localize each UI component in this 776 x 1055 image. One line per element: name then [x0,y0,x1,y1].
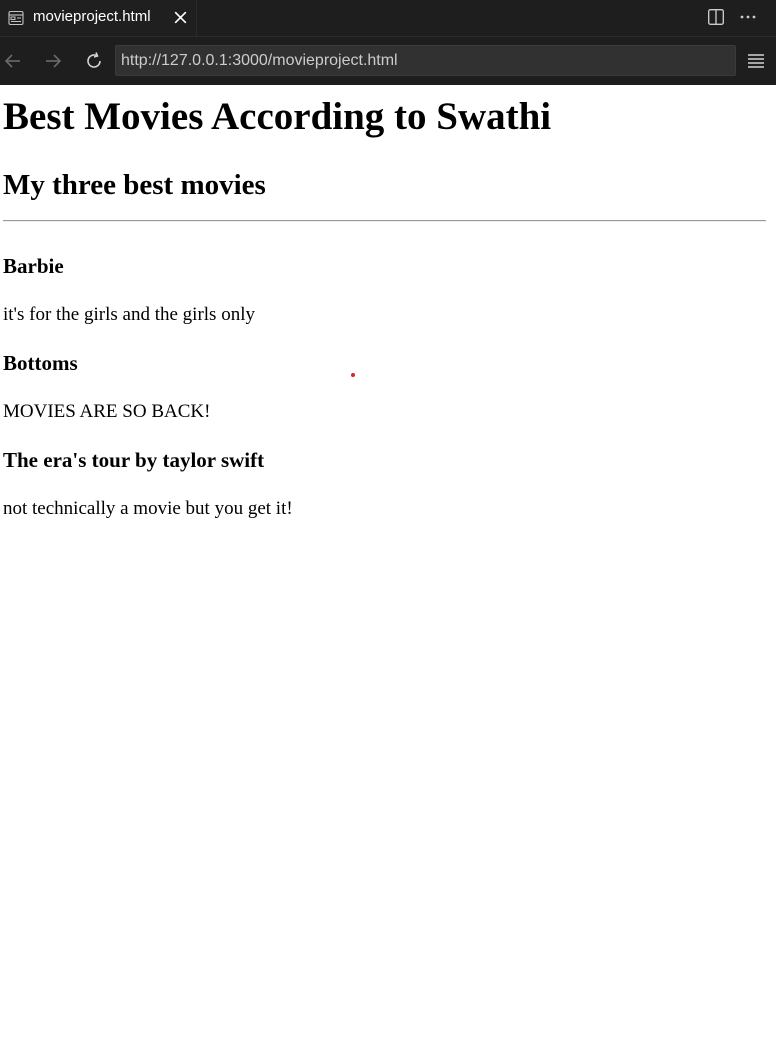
movie-title-barbie: Barbie [3,254,64,278]
editor-tab-bar: movieproject.html [0,0,776,37]
more-actions-icon[interactable] [738,8,758,26]
split-editor-icon[interactable] [707,8,725,26]
movie-description-bottoms: MOVIES ARE SO BACK! [3,401,211,422]
url-input[interactable] [115,45,736,76]
page-content: Best Movies According to Swathi My three… [0,85,776,1055]
movie-description-eras-tour: not technically a movie but you get it! [3,498,293,519]
page-subtitle: My three best movies [3,169,266,201]
arrow-right-icon[interactable] [42,50,64,72]
arrow-left-icon[interactable] [2,50,24,72]
reload-icon[interactable] [83,50,105,72]
movie-title-bottoms: Bottoms [3,351,78,375]
browser-toolbar [0,37,776,85]
tab-title: movieproject.html [33,8,151,25]
preview-icon [8,10,24,26]
hamburger-menu-icon[interactable] [746,51,766,71]
page-title: Best Movies According to Swathi [3,95,552,138]
close-icon[interactable] [172,9,189,26]
cursor-dot [351,373,355,377]
editor-tab[interactable]: movieproject.html [0,0,197,36]
divider [3,220,766,222]
movie-title-eras-tour: The era's tour by taylor swift [3,448,265,472]
movie-description-barbie: it's for the girls and the girls only [3,304,255,325]
